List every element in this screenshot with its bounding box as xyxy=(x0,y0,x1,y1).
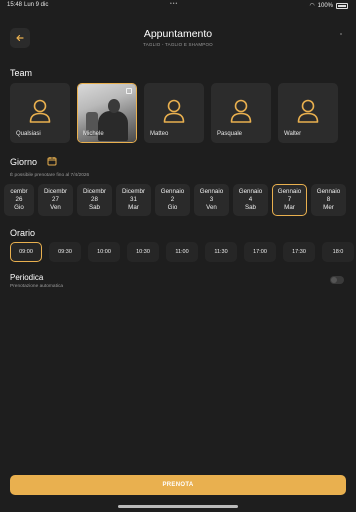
day-option[interactable]: Dicembr 28 Sab xyxy=(77,184,112,216)
calendar-icon[interactable] xyxy=(47,156,57,166)
team-member-name: Michele xyxy=(83,131,104,137)
day-day: 2 xyxy=(170,196,175,203)
person-icon xyxy=(163,99,185,123)
day-option[interactable]: Gennaio 7 Mar xyxy=(272,184,307,216)
day-month: cembr xyxy=(10,188,28,195)
team-member-card[interactable]: Pasquale xyxy=(211,83,271,143)
periodica-toggle[interactable] xyxy=(330,276,344,284)
day-weekday: Sab xyxy=(88,204,100,211)
team-member-name: Qualsiasi xyxy=(16,131,41,137)
day-weekday: Mar xyxy=(128,204,139,211)
day-weekday: Ven xyxy=(206,204,217,211)
team-member-name: Walter xyxy=(284,131,302,137)
page-subtitle: TAGLIO - TAGLIO E SHAMPOO xyxy=(143,42,213,47)
time-option[interactable]: 10:30 xyxy=(127,242,159,262)
team-member-name: Pasquale xyxy=(217,131,243,137)
time-option[interactable]: 17:30 xyxy=(283,242,315,262)
wifi-icon: ◠ xyxy=(309,3,315,9)
day-option[interactable]: Dicembr 31 Mar xyxy=(116,184,151,216)
day-month: Dicembr xyxy=(121,188,146,195)
day-option[interactable]: Gennaio 4 Sab xyxy=(233,184,268,216)
team-member-card[interactable]: Matteo xyxy=(144,83,204,143)
team-list: Qualsiasi Michele Matteo Pasquale Walter xyxy=(10,83,338,143)
person-icon xyxy=(230,99,252,123)
time-option[interactable]: 17:00 xyxy=(244,242,276,262)
day-option[interactable]: Gennaio 2 Gio xyxy=(155,184,190,216)
day-option[interactable]: Gennaio 3 Ven xyxy=(194,184,229,216)
day-option[interactable]: Dicembr 27 Ven xyxy=(38,184,73,216)
team-title: Team xyxy=(10,68,33,78)
status-indicators: ◠ 100% xyxy=(309,2,348,9)
day-weekday: Gio xyxy=(167,204,178,211)
time-option[interactable]: 09:00 xyxy=(10,242,42,262)
day-selector: cembr 26 Gio Dicembr 27 Ven Dicembr 28 Sab Dicemb… xyxy=(4,184,356,216)
day-weekday: Mar xyxy=(284,204,295,211)
day-day: 4 xyxy=(248,196,253,203)
page-title: Appuntamento xyxy=(143,28,213,40)
day-month: Gennaio xyxy=(277,188,302,195)
time-selector: 09:00 09:30 10:00 10:30 11:00 11:30 17:00 17:30… xyxy=(10,242,356,262)
multitask-dots: ••• xyxy=(170,1,179,7)
day-month: Gennaio xyxy=(199,188,224,195)
day-day: 26 xyxy=(15,196,23,203)
status-bar: 15:48 Lun 9 dic ••• ◠ 100% xyxy=(0,0,356,12)
status-time: 15:48 xyxy=(7,2,23,8)
orario-title: Orario xyxy=(10,228,36,238)
periodica-subtitle: Prenotazione automatica xyxy=(10,284,64,289)
book-button[interactable]: PRENOTA xyxy=(10,475,346,495)
team-member-card[interactable]: Qualsiasi xyxy=(10,83,70,143)
day-month: Gennaio xyxy=(238,188,263,195)
giorno-title: Giorno xyxy=(10,157,38,167)
day-month: Gennaio xyxy=(316,188,341,195)
more-dot xyxy=(340,33,342,35)
time-option[interactable]: 11:30 xyxy=(205,242,237,262)
person-icon xyxy=(29,99,51,123)
day-option[interactable]: cembr 26 Gio xyxy=(4,184,34,216)
day-month: Gennaio xyxy=(160,188,185,195)
day-weekday: Gio xyxy=(14,204,24,211)
home-indicator xyxy=(118,505,238,508)
day-day: 27 xyxy=(52,196,59,203)
person-icon xyxy=(297,99,319,123)
time-option[interactable]: 18:0 xyxy=(322,242,354,262)
team-member-name: Matteo xyxy=(150,131,169,137)
battery-icon xyxy=(336,2,348,9)
battery-label: 100% xyxy=(317,2,333,9)
photo-badge-icon xyxy=(126,88,132,94)
day-month: Dicembr xyxy=(82,188,107,195)
day-weekday: Mer xyxy=(323,204,334,211)
day-option[interactable]: Gennaio 8 Mer xyxy=(311,184,346,216)
booking-limit-hint: È possibile prenotare fino al 7/4/2026 xyxy=(10,173,90,178)
day-month: Dicembr xyxy=(43,188,68,195)
time-option[interactable]: 09:30 xyxy=(49,242,81,262)
day-weekday: Sab xyxy=(244,204,256,211)
team-member-card[interactable]: Michele xyxy=(77,83,137,143)
day-day: 3 xyxy=(209,196,214,203)
day-day: 7 xyxy=(287,196,292,203)
status-date: Lun 9 dic xyxy=(24,2,49,8)
day-day: 8 xyxy=(326,196,331,203)
time-option[interactable]: 11:00 xyxy=(166,242,198,262)
day-day: 31 xyxy=(130,196,137,203)
periodica-title: Periodica xyxy=(10,273,44,282)
time-option[interactable]: 10:00 xyxy=(88,242,120,262)
day-day: 28 xyxy=(91,196,98,203)
day-weekday: Ven xyxy=(50,204,61,211)
team-member-card[interactable]: Walter xyxy=(278,83,338,143)
